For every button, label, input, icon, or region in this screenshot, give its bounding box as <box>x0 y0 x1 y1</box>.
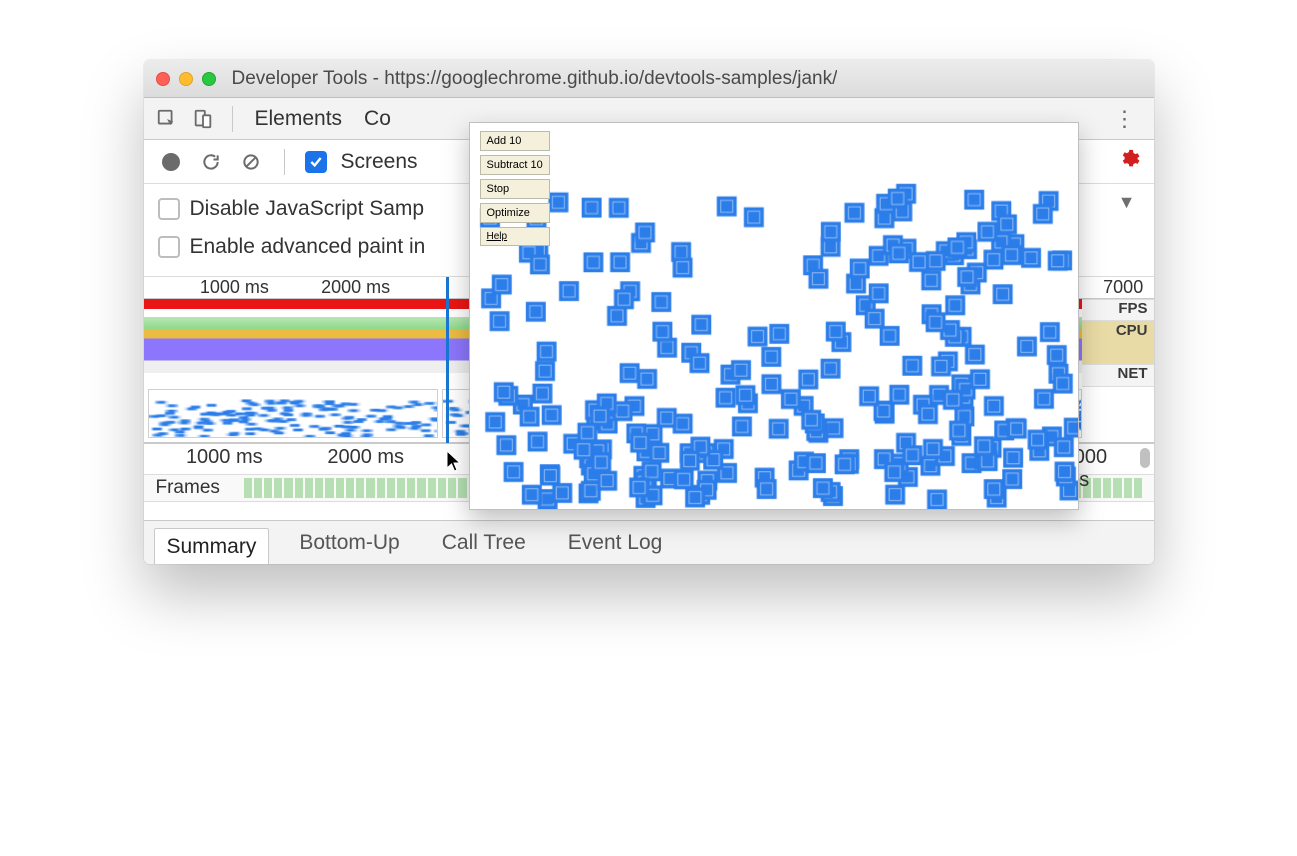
tab-bottom-up[interactable]: Bottom-Up <box>287 525 411 561</box>
preview-btn-add10: Add 10 <box>480 131 550 151</box>
ruler-tick: 2000 ms <box>327 446 404 469</box>
screenshots-label: Screens <box>341 150 418 174</box>
disable-js-samples-checkbox[interactable] <box>158 198 180 220</box>
reload-icon[interactable] <box>198 149 224 175</box>
fps-label: FPS <box>1082 299 1154 321</box>
ruler-tick: 2000 ms <box>321 277 390 298</box>
playhead[interactable] <box>446 277 449 443</box>
tab-summary[interactable]: Summary <box>154 528 270 565</box>
tab-elements[interactable]: Elements <box>249 107 349 131</box>
mouse-cursor-icon <box>446 450 464 479</box>
window-titlebar: Developer Tools - https://googlechrome.g… <box>144 60 1154 98</box>
kebab-menu-icon[interactable]: ⋮ <box>1106 106 1144 132</box>
devtools-window: Developer Tools - https://googlechrome.g… <box>144 60 1154 564</box>
preview-canvas <box>470 123 1078 509</box>
close-window-button[interactable] <box>156 72 170 86</box>
screenshots-checkbox[interactable] <box>305 151 327 173</box>
minimize-window-button[interactable] <box>179 72 193 86</box>
window-title: Developer Tools - https://googlechrome.g… <box>232 68 838 90</box>
cpu-label: CPU <box>1082 321 1154 365</box>
screenshot-thumb[interactable] <box>148 389 439 438</box>
settings-gear-icon[interactable] <box>1118 148 1140 175</box>
traffic-lights <box>156 72 216 86</box>
ruler-tick: 1000 ms <box>186 446 263 469</box>
net-label: NET <box>1082 365 1154 387</box>
scrollbar-thumb[interactable] <box>1140 448 1150 468</box>
preview-btn-optimize: Optimize <box>480 203 550 223</box>
frames-label: Frames <box>144 477 244 499</box>
maximize-window-button[interactable] <box>202 72 216 86</box>
tab-console-truncated[interactable]: Co <box>358 107 397 131</box>
inspect-element-icon[interactable] <box>154 106 180 132</box>
preview-buttons: Add 10 Subtract 10 Stop Optimize Help <box>480 131 550 246</box>
preview-btn-stop: Stop <box>480 179 550 199</box>
enable-paint-label: Enable advanced paint in <box>190 235 426 259</box>
details-tabs: Summary Bottom-Up Call Tree Event Log <box>144 520 1154 564</box>
screenshot-preview-popup: Add 10 Subtract 10 Stop Optimize Help <box>469 122 1079 510</box>
enable-paint-checkbox[interactable] <box>158 236 180 258</box>
track-labels: FPS CPU NET <box>1082 299 1154 387</box>
record-button[interactable] <box>158 149 184 175</box>
device-toolbar-icon[interactable] <box>190 106 216 132</box>
tab-call-tree[interactable]: Call Tree <box>430 525 538 561</box>
separator <box>284 149 285 175</box>
preview-btn-subtract10: Subtract 10 <box>480 155 550 175</box>
clear-icon[interactable] <box>238 149 264 175</box>
ruler-tick: 1000 ms <box>200 277 269 298</box>
collapse-options-icon[interactable]: ▼ <box>1118 192 1136 213</box>
disable-js-samples-label: Disable JavaScript Samp <box>190 197 425 221</box>
preview-btn-help: Help <box>480 227 550 246</box>
tab-event-log[interactable]: Event Log <box>556 525 675 561</box>
separator <box>232 106 233 132</box>
